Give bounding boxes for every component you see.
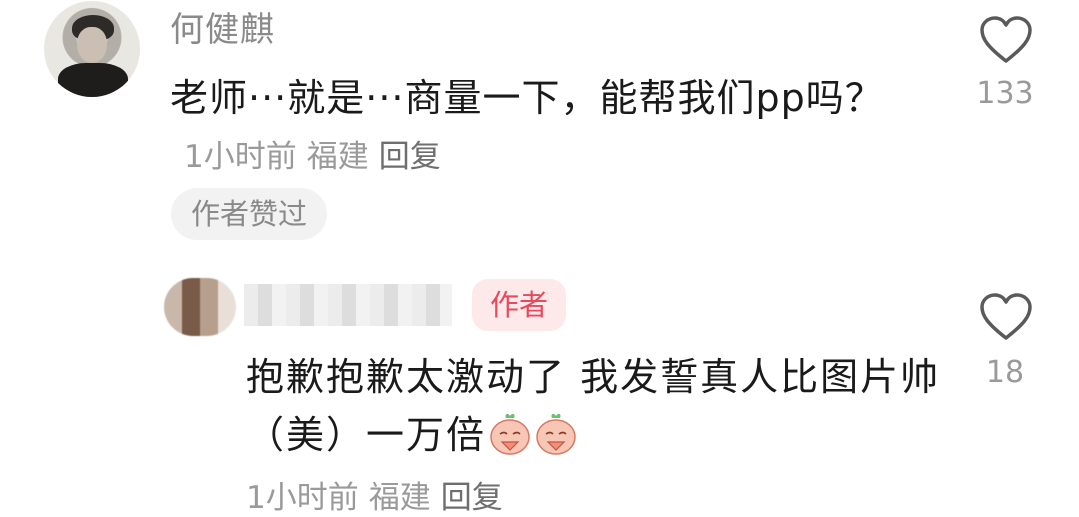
avatar-face (77, 27, 107, 63)
reply-text: 抱歉抱歉太激动了 我发誓真人比图片帅（美）一万倍 (246, 348, 966, 464)
comment-time: 1小时前 (184, 139, 297, 175)
heart-outline-icon[interactable] (978, 292, 1034, 342)
reply-location: 福建 (368, 480, 431, 516)
praying-face-emoji (490, 413, 530, 455)
author-badge: 作者 (472, 279, 567, 331)
reply-button[interactable]: 回复 (379, 139, 441, 175)
reply-button[interactable]: 回复 (441, 480, 503, 516)
comment-text: 老师···就是···商量一下，能帮我们pp吗？ 1小时前 福建 回复 (170, 70, 890, 185)
reply-time: 1小时前 (246, 480, 359, 516)
author-liked-badge: 作者赞过 (171, 188, 328, 240)
comment-location: 福建 (306, 139, 369, 175)
like-count: 133 (976, 76, 1034, 111)
blurred-avatar[interactable] (164, 278, 236, 336)
comment-meta: 1小时前 福建 回复 (184, 139, 441, 175)
like-count: 18 (985, 355, 1025, 390)
avatar-body (58, 63, 128, 97)
reply-meta: 1小时前 福建 回复 (246, 472, 503, 517)
blurred-username[interactable] (244, 284, 452, 326)
comment-username[interactable]: 何健麒 (170, 2, 275, 51)
avatar[interactable] (44, 1, 140, 97)
reply-body: 抱歉抱歉太激动了 我发誓真人比图片帅（美）一万倍 (246, 355, 941, 457)
praying-face-emoji (536, 413, 576, 455)
comment-body: 老师···就是···商量一下，能帮我们pp吗？ (170, 76, 884, 120)
heart-outline-icon[interactable] (978, 15, 1034, 65)
